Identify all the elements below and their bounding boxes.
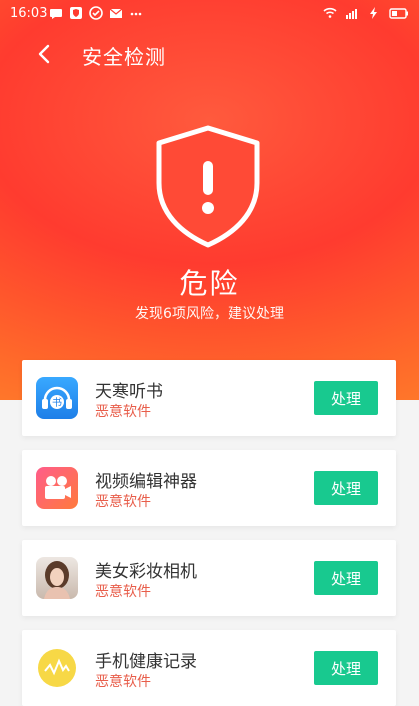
- svg-text:书: 书: [52, 397, 62, 409]
- health-record-icon: [36, 647, 78, 689]
- list-item: 视频编辑神器 恶意软件 处理: [22, 450, 396, 526]
- top-bar: 安全检测: [0, 28, 419, 84]
- status-system: [323, 6, 409, 20]
- app-name: 视频编辑神器: [95, 472, 197, 492]
- app-name: 手机健康记录: [95, 652, 197, 672]
- status-bar: 16:03: [0, 0, 419, 28]
- more-dots-icon: [130, 12, 142, 16]
- list-item: 书 天寒听书 恶意软件 处理: [22, 360, 396, 436]
- danger-status-title: 危险: [179, 267, 240, 300]
- check-circle-icon: [89, 6, 103, 20]
- charging-icon: [370, 7, 377, 19]
- list-item: 手机健康记录 恶意软件 处理: [22, 630, 396, 706]
- handle-button[interactable]: 处理: [314, 381, 378, 415]
- danger-status-subtitle: 发现6项风险，建议处理: [135, 306, 284, 322]
- page-title: 安全检测: [82, 45, 166, 69]
- handle-button[interactable]: 处理: [314, 561, 378, 595]
- risk-tag: 恶意软件: [95, 404, 151, 420]
- app-name: 美女彩妆相机: [95, 562, 197, 582]
- risk-tag: 恶意软件: [95, 494, 151, 510]
- battery-icon: [389, 8, 408, 19]
- handle-button[interactable]: 处理: [314, 471, 378, 505]
- signal-icon: [346, 9, 357, 19]
- book-headphones-icon: 书: [36, 377, 78, 419]
- status-time: 16:03: [10, 6, 48, 21]
- back-arrow-icon: [38, 44, 50, 64]
- video-camera-icon: [36, 467, 78, 509]
- danger-shield-icon: [156, 125, 260, 248]
- wifi-icon: [323, 7, 337, 18]
- exclamation-bar: [203, 161, 213, 195]
- portrait-photo-icon: [36, 557, 78, 599]
- risk-tag: 恶意软件: [95, 674, 151, 690]
- handle-button[interactable]: 处理: [314, 651, 378, 685]
- list-item: 美女彩妆相机 恶意软件 处理: [22, 540, 396, 616]
- risk-tag: 恶意软件: [95, 584, 151, 600]
- mail-icon: [109, 8, 123, 18]
- exclamation-dot: [202, 202, 214, 214]
- status-notifications: [49, 6, 143, 20]
- back-button[interactable]: [30, 40, 58, 68]
- app-name: 天寒听书: [95, 382, 163, 402]
- shield-badge-icon: [70, 7, 82, 19]
- chat-bubble-icon: [50, 9, 62, 19]
